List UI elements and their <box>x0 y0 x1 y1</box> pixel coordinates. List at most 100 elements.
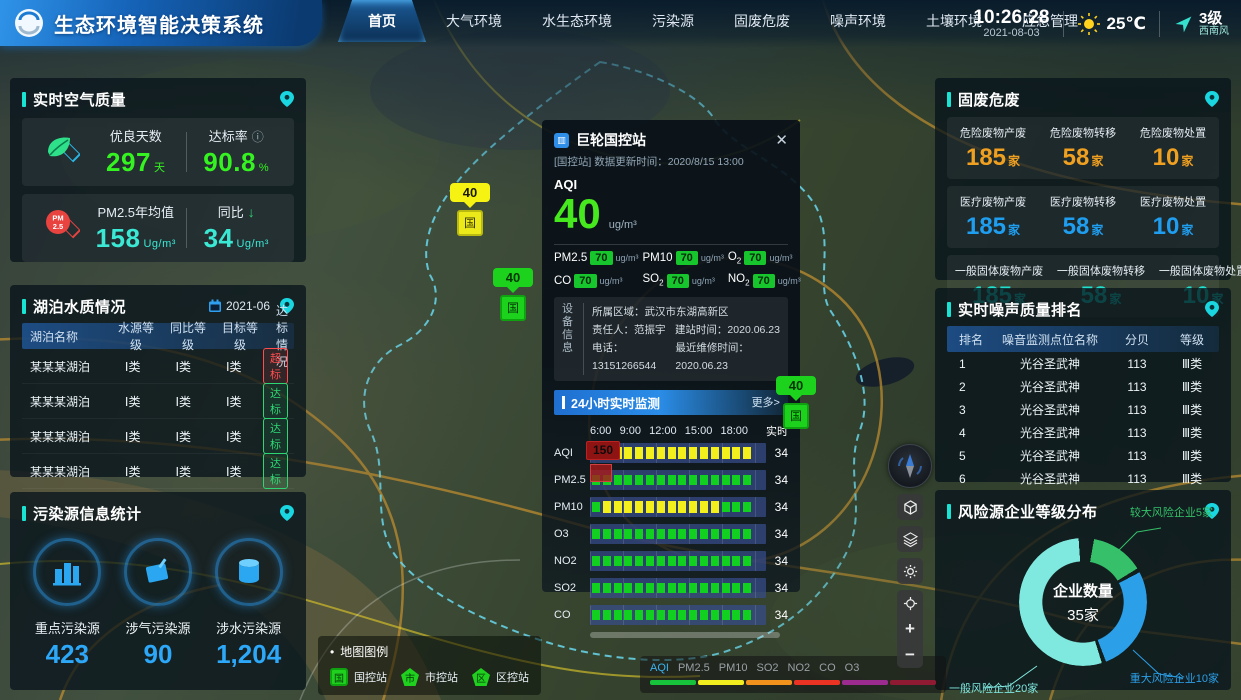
monitor-cell <box>732 447 740 459</box>
aqi-legend-label[interactable]: CO <box>819 662 836 674</box>
table-row[interactable]: 某某某湖泊Ⅰ类Ⅰ类Ⅰ类达标 <box>22 454 294 489</box>
monitor-cell <box>592 556 600 566</box>
status-badge[interactable]: 达标 <box>263 383 288 419</box>
wind-direction: 西南风 <box>1199 27 1229 38</box>
metric-unit: % <box>259 162 269 174</box>
tab-水生态环境[interactable]: 水生态环境 <box>522 0 632 42</box>
waste-cell[interactable]: 医疗废物处置10家 <box>1131 193 1215 241</box>
aqi-legend-label[interactable]: O3 <box>845 662 860 674</box>
tab-固废危废[interactable]: 固废危废 <box>714 0 810 42</box>
popup-subtitle: [国控站] 数据更新时间：2020/8/15 13:00 <box>554 154 788 169</box>
pollution-item[interactable]: 涉水污染源 1,204 <box>205 538 293 670</box>
pollution-item[interactable]: 涉气污染源 90 <box>114 538 202 670</box>
monitor-cell <box>603 501 611 513</box>
leaf-icon <box>36 130 80 174</box>
status-badge[interactable]: 达标 <box>263 418 288 454</box>
metric-value: 90.8 <box>203 147 256 177</box>
monitor-row-track[interactable] <box>590 578 766 598</box>
marker-station-icon: 国 <box>457 210 483 236</box>
map-marker[interactable]: 40国 <box>450 183 490 236</box>
monitor-cell <box>603 610 611 620</box>
pollution-label: 重点污染源 <box>23 618 111 637</box>
target-locate-icon[interactable] <box>897 590 923 616</box>
table-row[interactable]: 2光谷圣武神113Ⅲ类 <box>947 375 1219 398</box>
zoom-in-button[interactable]: + <box>897 616 923 642</box>
tab-污染源[interactable]: 污染源 <box>632 0 714 42</box>
waste-cell[interactable]: 危险废物转移58家 <box>1041 124 1125 172</box>
tab-噪声环境[interactable]: 噪声环境 <box>810 0 906 42</box>
waste-cell[interactable]: 医疗废物转移58家 <box>1041 193 1125 241</box>
cube-3d-icon[interactable] <box>897 494 923 520</box>
table-row[interactable]: 1光谷圣武神113Ⅲ类 <box>947 352 1219 375</box>
monitor-cell <box>592 583 600 593</box>
waste-cell[interactable]: 危险废物处置10家 <box>1131 124 1215 172</box>
monitor-row-track[interactable] <box>590 470 766 490</box>
pm25-icon: PM 2.5 <box>36 206 80 250</box>
monitor-cell <box>603 556 611 566</box>
compass-icon[interactable] <box>888 444 932 488</box>
location-pin-icon[interactable] <box>1205 301 1219 317</box>
monitor-cell <box>689 529 697 539</box>
pollutant-value: 70 <box>667 274 689 288</box>
panel-accent <box>947 92 951 107</box>
aqi-legend-label[interactable]: NO2 <box>788 662 811 674</box>
noise-site-name: 光谷圣武神 <box>991 355 1109 372</box>
noise-db: 113 <box>1109 472 1165 486</box>
monitor-row-track[interactable] <box>590 524 766 544</box>
monitor-row-track[interactable] <box>590 497 766 517</box>
table-row[interactable]: 某某某湖泊Ⅰ类Ⅰ类Ⅰ类超标 <box>22 349 294 384</box>
lake-yoy-grade: Ⅰ类 <box>158 428 209 445</box>
metric-unit: 天 <box>154 162 166 174</box>
monitor-row-track[interactable] <box>590 551 766 571</box>
pollutant-grid: PM2.570ug/m³PM1070ug/m³O270ug/m³CO70ug/m… <box>554 251 788 288</box>
noise-rank: 2 <box>947 380 991 394</box>
gear-icon[interactable] <box>897 558 923 584</box>
table-row[interactable]: 某某某湖泊Ⅰ类Ⅰ类Ⅰ类达标 <box>22 419 294 454</box>
layers-icon[interactable] <box>897 526 923 552</box>
zoom-out-button[interactable]: − <box>897 642 923 668</box>
noise-ranking-panel: 实时噪声质量排名 排名 噪音监测点位名称 分贝 等级 1光谷圣武神113Ⅲ类2光… <box>935 288 1231 482</box>
aqi-legend-label[interactable]: SO2 <box>757 662 779 674</box>
pollution-value: 423 <box>23 639 111 670</box>
info-icon[interactable]: ⓘ <box>252 130 264 144</box>
location-pin-icon[interactable] <box>1205 91 1219 107</box>
table-row[interactable]: 6光谷圣武神113Ⅲ类 <box>947 467 1219 490</box>
panel-title: 风险源企业等级分布 <box>958 501 1098 522</box>
risk-distribution-panel: 风险源企业等级分布 企业数量 35家 较大风险企业5家 重大风险企业10家 一般… <box>935 490 1231 690</box>
monitor-row: CO34 <box>554 605 788 625</box>
monitor-row-value: 34 <box>766 527 788 541</box>
aqi-color-segment <box>746 680 792 685</box>
monitor-cell <box>657 501 665 513</box>
tab-大气环境[interactable]: 大气环境 <box>426 0 522 42</box>
month-value: 2021-06 <box>226 299 270 313</box>
waste-cell[interactable]: 医疗废物产废185家 <box>951 193 1035 241</box>
map-marker[interactable]: 40国 <box>493 268 533 321</box>
monitor-cell <box>722 502 730 512</box>
monitor-row-track[interactable] <box>590 605 766 625</box>
marker-station-icon: 国 <box>783 403 809 429</box>
column-header: 湖泊名称 <box>22 328 110 345</box>
location-pin-icon[interactable] <box>280 91 294 107</box>
status-badge[interactable]: 超标 <box>263 348 288 384</box>
map-marker[interactable]: 40国 <box>776 376 816 429</box>
aqi-legend-label[interactable]: PM10 <box>719 662 748 674</box>
table-row[interactable]: 3光谷圣武神113Ⅲ类 <box>947 398 1219 421</box>
monitor-cell <box>732 475 740 485</box>
table-row[interactable]: 5光谷圣武神113Ⅲ类 <box>947 444 1219 467</box>
status-badge[interactable]: 达标 <box>263 453 288 489</box>
pollution-item[interactable]: 重点污染源 423 <box>23 538 111 670</box>
chart-scrollbar[interactable] <box>590 632 780 638</box>
waste-label: 医疗废物产废 <box>954 194 1031 210</box>
waste-cell[interactable]: 危险废物产废185家 <box>951 124 1035 172</box>
aqi-legend-label[interactable]: PM2.5 <box>678 662 710 674</box>
location-pin-icon[interactable] <box>280 505 294 521</box>
month-picker[interactable]: 2021-06 <box>208 299 270 313</box>
monitor-cell <box>700 447 708 459</box>
pollutant-item: O270ug/m³ <box>728 251 801 265</box>
table-row[interactable]: 某某某湖泊Ⅰ类Ⅰ类Ⅰ类达标 <box>22 384 294 419</box>
table-row[interactable]: 4光谷圣武神113Ⅲ类 <box>947 421 1219 444</box>
aqi-legend-label[interactable]: AQI <box>650 662 669 674</box>
legend-item: 区区控站 <box>472 668 529 686</box>
close-icon[interactable]: ✕ <box>775 133 788 148</box>
tab-首页[interactable]: 首页 <box>338 0 426 42</box>
